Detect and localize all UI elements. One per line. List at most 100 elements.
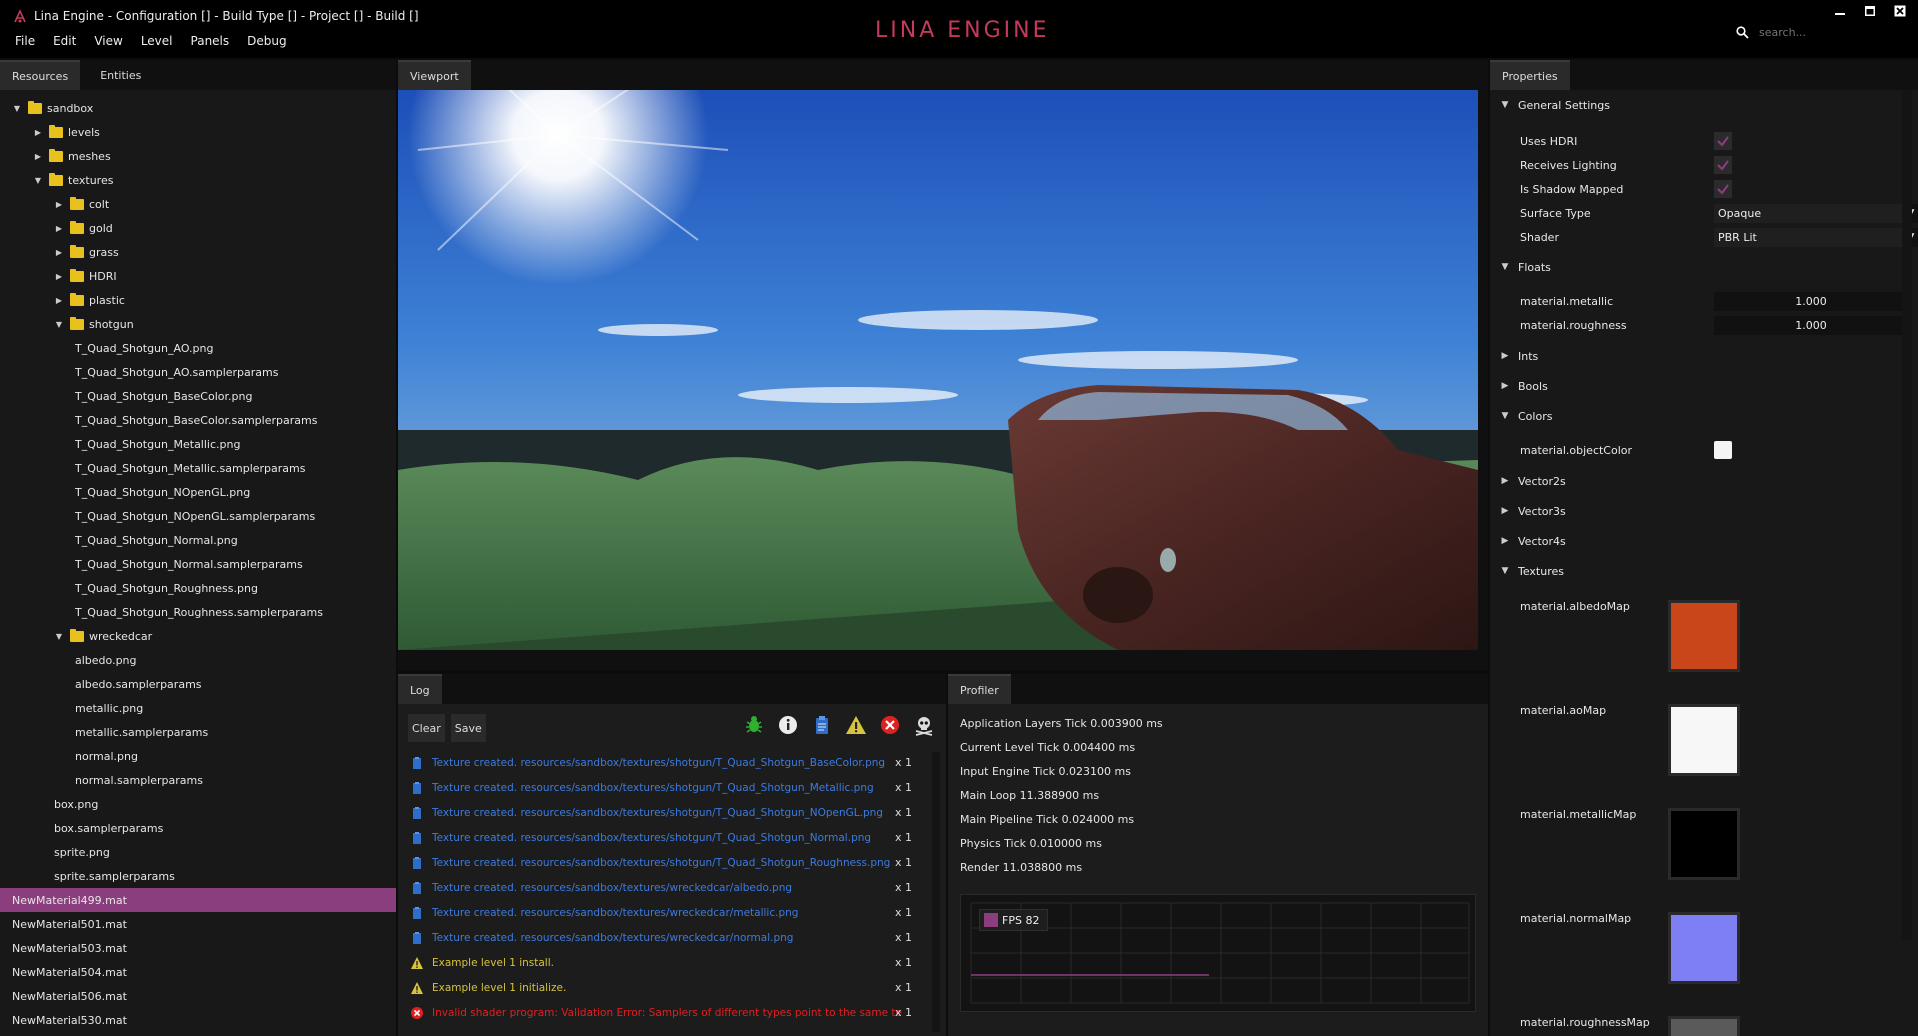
tree-file[interactable]: T_Quad_Shotgun_Normal.png bbox=[0, 528, 396, 552]
tree-collapsed-icon[interactable]: ▶ bbox=[54, 224, 64, 233]
close-button[interactable] bbox=[1892, 4, 1908, 18]
menu-view[interactable]: View bbox=[85, 34, 131, 48]
error-icon[interactable] bbox=[879, 714, 901, 736]
viewport-scene[interactable] bbox=[398, 90, 1478, 650]
tree-folder[interactable]: ▶ HDRI bbox=[0, 264, 396, 288]
tree-folder[interactable]: ▼ shotgun bbox=[0, 312, 396, 336]
tree-file[interactable]: T_Quad_Shotgun_NOpenGL.png bbox=[0, 480, 396, 504]
tree-file[interactable]: normal.samplerparams bbox=[0, 768, 396, 792]
log-entry[interactable]: Invalid shader program: Validation Error… bbox=[398, 1000, 938, 1025]
tree-expanded-icon[interactable]: ▼ bbox=[54, 320, 64, 329]
menu-file[interactable]: File bbox=[6, 34, 44, 48]
tree-collapsed-icon[interactable]: ▶ bbox=[54, 296, 64, 305]
tree-collapsed-icon[interactable]: ▶ bbox=[54, 272, 64, 281]
tree-file[interactable]: T_Quad_Shotgun_Roughness.samplerparams bbox=[0, 600, 396, 624]
section-vector2s[interactable]: ▶ Vector2s bbox=[1490, 469, 1910, 493]
tree-folder[interactable]: ▼ sandbox bbox=[0, 96, 396, 120]
section-vector3s[interactable]: ▶ Vector3s bbox=[1490, 499, 1910, 523]
metallic-map-thumbnail[interactable] bbox=[1668, 808, 1740, 880]
log-entry[interactable]: Texture created. resources/sandbox/textu… bbox=[398, 925, 938, 950]
tree-expanded-icon[interactable]: ▼ bbox=[12, 104, 22, 113]
tree-file[interactable]: albedo.png bbox=[0, 648, 396, 672]
warning-icon[interactable] bbox=[845, 714, 867, 736]
search-input[interactable] bbox=[1759, 26, 1869, 39]
log-entry[interactable]: Texture created. resources/sandbox/textu… bbox=[398, 900, 938, 925]
tree-file[interactable]: sprite.samplerparams bbox=[0, 864, 396, 888]
log-entry[interactable]: Texture created. resources/sandbox/textu… bbox=[398, 800, 938, 825]
tree-file[interactable]: sprite.png bbox=[0, 840, 396, 864]
object-color-swatch[interactable] bbox=[1714, 441, 1732, 459]
tree-file[interactable]: T_Quad_Shotgun_Metallic.samplerparams bbox=[0, 456, 396, 480]
tree-file[interactable]: NewMaterial503.mat bbox=[0, 936, 396, 960]
log-entry[interactable]: Example level 1 initialize. x 1 bbox=[398, 975, 938, 1000]
log-entry[interactable]: Texture created. resources/sandbox/textu… bbox=[398, 750, 938, 775]
tab-log[interactable]: Log bbox=[398, 674, 442, 704]
tree-folder[interactable]: ▶ colt bbox=[0, 192, 396, 216]
tree-collapsed-icon[interactable]: ▶ bbox=[54, 200, 64, 209]
tree-file[interactable]: metallic.samplerparams bbox=[0, 720, 396, 744]
roughness-map-thumbnail[interactable] bbox=[1668, 1016, 1740, 1036]
is-shadow-mapped-checkbox[interactable] bbox=[1714, 180, 1732, 198]
albedo-map-thumbnail[interactable] bbox=[1668, 600, 1740, 672]
tree-folder[interactable]: ▶ meshes bbox=[0, 144, 396, 168]
tree-file[interactable]: box.samplerparams bbox=[0, 816, 396, 840]
section-ints[interactable]: ▶ Ints bbox=[1490, 344, 1910, 368]
menu-level[interactable]: Level bbox=[132, 34, 182, 48]
minimize-button[interactable] bbox=[1832, 4, 1848, 18]
tree-folder[interactable]: ▶ levels bbox=[0, 120, 396, 144]
log-entry[interactable]: Texture created. resources/sandbox/textu… bbox=[398, 850, 938, 875]
log-entry[interactable]: Texture created. resources/sandbox/textu… bbox=[398, 775, 938, 800]
section-colors[interactable]: ▼ Colors bbox=[1490, 404, 1910, 428]
info-icon[interactable] bbox=[777, 714, 799, 736]
normal-map-thumbnail[interactable] bbox=[1668, 912, 1740, 984]
tree-file[interactable]: box.png bbox=[0, 792, 396, 816]
tree-file[interactable]: NewMaterial504.mat bbox=[0, 960, 396, 984]
shader-dropdown[interactable]: PBR Lit ▼ bbox=[1714, 227, 1918, 247]
tree-file[interactable]: NewMaterial506.mat bbox=[0, 984, 396, 1008]
tree-file[interactable]: T_Quad_Shotgun_Metallic.png bbox=[0, 432, 396, 456]
tree-file[interactable]: normal.png bbox=[0, 744, 396, 768]
tab-viewport[interactable]: Viewport bbox=[398, 60, 471, 90]
properties-scrollbar[interactable] bbox=[1902, 90, 1912, 940]
tree-folder[interactable]: ▶ gold bbox=[0, 216, 396, 240]
uses-hdri-checkbox[interactable] bbox=[1714, 132, 1732, 150]
maximize-button[interactable] bbox=[1862, 4, 1878, 18]
tree-file[interactable]: albedo.samplerparams bbox=[0, 672, 396, 696]
tree-file[interactable]: NewMaterial501.mat bbox=[0, 912, 396, 936]
tree-expanded-icon[interactable]: ▼ bbox=[33, 176, 43, 185]
tab-profiler[interactable]: Profiler bbox=[948, 674, 1011, 704]
tree-file[interactable]: T_Quad_Shotgun_Normal.samplerparams bbox=[0, 552, 396, 576]
tab-properties[interactable]: Properties bbox=[1490, 60, 1570, 90]
surface-type-dropdown[interactable]: Opaque ▼ bbox=[1714, 203, 1918, 223]
tree-file[interactable]: T_Quad_Shotgun_NOpenGL.samplerparams bbox=[0, 504, 396, 528]
save-log-button[interactable]: Save bbox=[450, 714, 486, 742]
tree-expanded-icon[interactable]: ▼ bbox=[54, 632, 64, 641]
tree-file[interactable]: metallic.png bbox=[0, 696, 396, 720]
log-entry[interactable]: Texture created. resources/sandbox/textu… bbox=[398, 875, 938, 900]
tree-collapsed-icon[interactable]: ▶ bbox=[54, 248, 64, 257]
log-scrollbar[interactable] bbox=[932, 752, 940, 1032]
tree-folder[interactable]: ▼ textures bbox=[0, 168, 396, 192]
tree-file[interactable]: T_Quad_Shotgun_AO.png bbox=[0, 336, 396, 360]
critical-skull-icon[interactable] bbox=[913, 714, 935, 736]
menu-edit[interactable]: Edit bbox=[44, 34, 85, 48]
clear-log-button[interactable]: Clear bbox=[408, 714, 445, 742]
tab-entities[interactable]: Entities bbox=[80, 60, 154, 90]
tab-resources[interactable]: Resources bbox=[0, 60, 81, 90]
tree-file[interactable]: NewMaterial530.mat bbox=[0, 1008, 396, 1032]
tree-file[interactable]: T_Quad_Shotgun_BaseColor.samplerparams bbox=[0, 408, 396, 432]
tree-file[interactable]: T_Quad_Shotgun_BaseColor.png bbox=[0, 384, 396, 408]
tree-folder[interactable]: ▼ wreckedcar bbox=[0, 624, 396, 648]
menu-panels[interactable]: Panels bbox=[182, 34, 239, 48]
tree-collapsed-icon[interactable]: ▶ bbox=[33, 152, 43, 161]
tree-file[interactable]: T_Quad_Shotgun_Roughness.png bbox=[0, 576, 396, 600]
debug-bug-icon[interactable] bbox=[743, 714, 765, 736]
section-textures[interactable]: ▼ Textures bbox=[1490, 559, 1910, 583]
section-bools[interactable]: ▶ Bools bbox=[1490, 374, 1910, 398]
tree-file[interactable]: NewMaterial499.mat bbox=[0, 888, 396, 912]
log-entry[interactable]: Example level 1 install. x 1 bbox=[398, 950, 938, 975]
log-entry[interactable]: Texture created. resources/sandbox/textu… bbox=[398, 825, 938, 850]
section-vector4s[interactable]: ▶ Vector4s bbox=[1490, 529, 1910, 553]
roughness-input[interactable]: 1.000 bbox=[1714, 315, 1908, 335]
tree-folder[interactable]: ▶ plastic bbox=[0, 288, 396, 312]
